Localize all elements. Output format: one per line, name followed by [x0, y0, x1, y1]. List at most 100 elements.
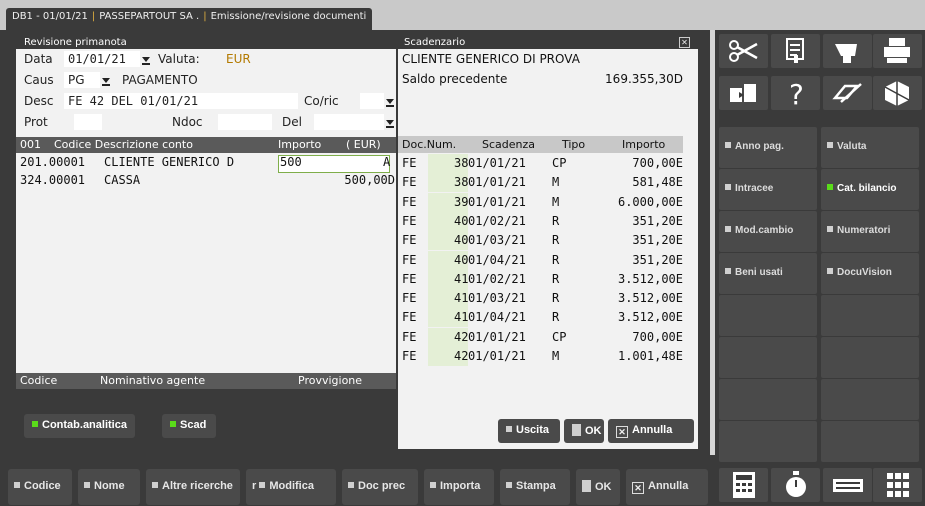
prot-field[interactable] — [74, 114, 102, 130]
scadenza-row[interactable]: FE 42 01/01/21 M 1.001,48E — [398, 347, 698, 366]
function-button-beni-usati[interactable]: Beni usati — [719, 253, 817, 294]
due-date: 01/01/21 — [468, 175, 526, 190]
function-button-empty[interactable] — [821, 379, 919, 420]
stopwatch-button[interactable] — [771, 468, 820, 502]
scadenza-row[interactable]: FE 38 01/01/21 M 581,48E — [398, 173, 698, 193]
printer-button[interactable] — [873, 34, 922, 68]
scadenza-row[interactable]: FE 40 01/04/21 R 351,20E — [398, 250, 698, 270]
function-button-empty[interactable] — [719, 295, 817, 336]
scadenza-row[interactable]: FE 40 01/03/21 R 351,20E — [398, 231, 698, 251]
importa-label: Importa — [440, 480, 481, 492]
caus-dropdown-icon[interactable] — [102, 73, 110, 87]
scadenza-row[interactable]: FE 42 01/01/21 CP 700,00E — [398, 327, 698, 347]
doc-number: 40 — [454, 213, 469, 228]
function-button-empty[interactable] — [821, 337, 919, 378]
title-separator: | — [91, 11, 96, 22]
function-button-empty[interactable] — [821, 295, 919, 336]
coric-field[interactable] — [360, 93, 384, 109]
modifica-label: Modifica — [269, 480, 314, 492]
keyboard-button[interactable] — [823, 468, 872, 502]
desc-value: FE 42 DEL 01/01/21 — [68, 94, 199, 108]
paste-button[interactable] — [771, 34, 820, 68]
codice-button[interactable]: Codice — [8, 469, 72, 505]
stampa-button[interactable]: Stampa — [500, 469, 570, 505]
payment-type: R — [552, 213, 560, 228]
indicator-icon — [506, 426, 512, 432]
ok-button[interactable]: OK — [564, 419, 604, 443]
cancel-icon: ✕ — [632, 482, 644, 494]
bottom-annulla-button[interactable]: ✕ Annulla — [626, 469, 708, 505]
scad-button[interactable]: Scad — [162, 414, 216, 438]
altre-ricerche-button[interactable]: Altre ricerche — [146, 469, 240, 505]
due-date: 01/01/21 — [468, 194, 526, 209]
contab-analitica-button[interactable]: Contab.analitica — [24, 414, 135, 438]
function-button-cat-bilancio[interactable]: Cat. bilancio — [821, 169, 919, 210]
ndoc-field[interactable] — [218, 114, 272, 130]
agent-header: Codice Nominativo agente Provvigione — [16, 373, 396, 389]
table-row[interactable]: 324.00001 CASSA 500,00D — [16, 171, 396, 189]
help-icon: ? — [789, 78, 804, 108]
function-button-anno-pag[interactable]: Anno pag. — [719, 127, 817, 168]
window-switch-button[interactable] — [719, 76, 768, 110]
due-date: 01/02/21 — [468, 213, 526, 228]
bottom-ok-button[interactable]: OK — [576, 469, 620, 505]
function-button-docuvision[interactable]: DocuVision — [821, 253, 919, 294]
uscita-label: Uscita — [516, 424, 550, 436]
window-tab[interactable]: DB1 - 01/01/21 | PASSEPARTOUT SA . | Emissio… — [6, 8, 373, 30]
eraser-button[interactable] — [823, 34, 872, 68]
function-button-empty[interactable] — [719, 421, 817, 462]
indicator-icon — [152, 482, 158, 488]
scissors-button[interactable] — [719, 34, 768, 68]
row-amount: 500,00D — [344, 173, 395, 187]
calculator-button[interactable] — [719, 468, 768, 502]
scadenza-row[interactable]: FE 38 01/01/21 CP 700,00E — [398, 154, 698, 173]
nome-button[interactable]: Nome — [78, 469, 140, 505]
nome-label: Nome — [94, 480, 125, 492]
scadenzario-title: Scadenzario — [404, 37, 466, 48]
printer-icon — [884, 38, 910, 63]
scadenza-row[interactable]: FE 41 01/03/21 R 3.512,00E — [398, 289, 698, 309]
cube-button[interactable] — [873, 76, 922, 110]
importa-button[interactable]: Importa — [424, 469, 494, 505]
row-description: CLIENTE GENERICO D — [104, 155, 235, 169]
annulla-button[interactable]: ✕ Annulla — [608, 419, 694, 443]
function-button-numeratori[interactable]: Numeratori — [821, 211, 919, 252]
scadenza-row[interactable]: FE 41 01/02/21 R 3.512,00E — [398, 269, 698, 289]
modifica-button[interactable]: r Modifica — [246, 469, 336, 505]
scissors-icon — [729, 40, 758, 62]
function-button-empty[interactable] — [719, 337, 817, 378]
function-button-intracee[interactable]: Intracee — [719, 169, 817, 210]
doc-number: 40 — [454, 233, 469, 248]
function-button-mod-cambio[interactable]: Mod.cambio — [719, 211, 817, 252]
data-dropdown-icon[interactable] — [142, 52, 150, 66]
scadenza-row[interactable]: FE 40 01/02/21 R 351,20E — [398, 211, 698, 231]
close-icon[interactable]: ✕ — [679, 37, 690, 48]
due-date: 01/04/21 — [468, 310, 526, 325]
del-dropdown-icon[interactable] — [386, 115, 394, 129]
doc-prec-button[interactable]: Doc prec — [342, 469, 418, 505]
scadenza-row[interactable]: FE 41 01/04/21 R 3.512,00E — [398, 308, 698, 328]
payment-type: R — [552, 252, 560, 267]
coric-dropdown-icon[interactable] — [386, 94, 394, 108]
edit-button[interactable] — [823, 76, 872, 110]
amount: 351,20E — [632, 233, 683, 248]
eraser-icon — [835, 44, 857, 63]
table-row[interactable]: 201.00001 CLIENTE GENERICO D 500 A — [16, 153, 396, 173]
due-date: 01/03/21 — [468, 291, 526, 306]
valuta-value[interactable]: EUR — [226, 52, 251, 66]
header-doc: Doc.Num. — [402, 138, 457, 151]
window-title: Emissione/revisione documenti — [210, 11, 367, 22]
grid-button[interactable] — [873, 468, 922, 502]
function-button-valuta[interactable]: Valuta — [821, 127, 919, 168]
del-field[interactable] — [314, 114, 384, 130]
payment-type: R — [552, 310, 560, 325]
function-button-empty[interactable] — [719, 379, 817, 420]
function-button-empty[interactable] — [821, 421, 919, 462]
doc-prec-label: Doc prec — [358, 480, 406, 492]
uscita-button[interactable]: Uscita — [498, 419, 560, 443]
help-button[interactable]: ? — [771, 76, 820, 110]
scadenza-row[interactable]: FE 39 01/01/21 M 6.000,00E — [398, 192, 698, 212]
doc-number: 38 — [454, 175, 469, 190]
amount: 6.000,00E — [617, 194, 683, 209]
bottom-annulla-label: Annulla — [648, 480, 689, 492]
